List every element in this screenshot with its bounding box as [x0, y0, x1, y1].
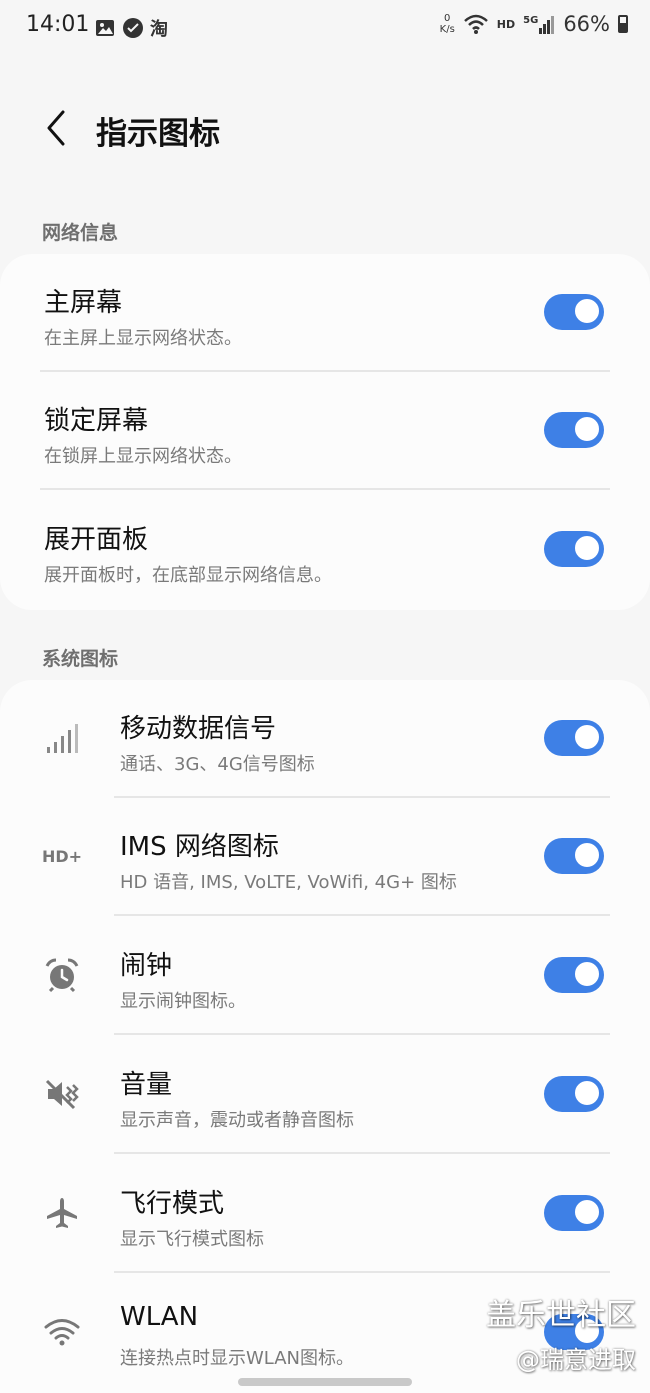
divider	[114, 914, 610, 916]
setting-subtitle: 在锁屏上显示网络状态。	[44, 446, 242, 467]
toggle-switch[interactable]	[544, 838, 604, 874]
setting-row-expanded-panel[interactable]: 展开面板 展开面板时，在底部显示网络信息。	[0, 491, 650, 609]
system-card: 移动数据信号 通话、3G、4G信号图标 HD+ IMS 网络图标 HD 语音, …	[0, 680, 650, 1393]
alarm-clock-icon	[42, 955, 82, 995]
hd-plus-icon: HD+	[40, 836, 84, 876]
toggle-switch[interactable]	[544, 720, 604, 756]
page-title: 指示图标	[96, 116, 220, 152]
setting-subtitle: 显示闹钟图标。	[120, 991, 246, 1012]
status-time: 14:01	[26, 12, 90, 37]
setting-row-volume[interactable]: 音量 显示声音，震动或者静音图标	[0, 1036, 650, 1154]
setting-title: 音量	[120, 1070, 173, 1100]
toggle-switch[interactable]	[544, 412, 604, 448]
watermark-author: @瑞意进取	[516, 1346, 636, 1374]
volume-mute-icon	[42, 1074, 82, 1114]
battery-icon	[618, 15, 628, 33]
setting-title: 飞行模式	[120, 1189, 225, 1219]
setting-row-lock-screen[interactable]: 锁定屏幕 在锁屏上显示网络状态。	[0, 372, 650, 490]
setting-title: IMS 网络图标	[120, 832, 279, 862]
setting-title: 主屏幕	[44, 288, 123, 318]
header: 指示图标	[0, 96, 650, 160]
watermark-community: 盖乐世社区	[486, 1298, 636, 1333]
toggle-switch[interactable]	[544, 1076, 604, 1112]
cell-signal-icon	[539, 16, 555, 34]
setting-subtitle: 连接热点时显示WLAN图标。	[120, 1348, 355, 1369]
battery-percent: 66%	[563, 12, 610, 36]
network-speed-value: 0	[444, 13, 451, 24]
setting-row-airplane[interactable]: 飞行模式 显示飞行模式图标	[0, 1155, 650, 1273]
setting-title: 移动数据信号	[120, 714, 277, 744]
setting-subtitle: 在主屏上显示网络状态。	[44, 328, 242, 349]
wifi-icon	[42, 1312, 82, 1352]
divider	[114, 1152, 610, 1154]
toggle-switch[interactable]	[544, 1195, 604, 1231]
divider	[40, 488, 610, 490]
network-speed-unit: K/s	[439, 24, 455, 35]
airplane-icon	[42, 1193, 82, 1233]
setting-subtitle: 显示飞行模式图标	[120, 1229, 264, 1250]
setting-title: 闹钟	[120, 951, 173, 981]
wifi-status-icon	[463, 14, 488, 34]
status-bar: 14:01 淘 0 K/s HD 5G 66%	[0, 0, 650, 56]
divider	[114, 1271, 610, 1273]
setting-title: WLAN	[120, 1302, 199, 1332]
setting-row-home-screen[interactable]: 主屏幕 在主屏上显示网络状态。	[0, 254, 650, 372]
hd-status: HD	[496, 17, 516, 31]
setting-title: 锁定屏幕	[44, 406, 149, 436]
signal-bars-icon	[42, 718, 82, 758]
toggle-switch[interactable]	[544, 294, 604, 330]
network-type: 5G	[523, 15, 539, 26]
toggle-switch[interactable]	[544, 957, 604, 993]
status-left-icons: 淘	[94, 15, 168, 41]
chevron-left-icon	[47, 110, 65, 146]
network-card: 主屏幕 在主屏上显示网络状态。 锁定屏幕 在锁屏上显示网络状态。 展开面板 展开…	[0, 254, 650, 610]
hd-plus-icon-text: HD+	[41, 846, 83, 866]
home-indicator[interactable]	[238, 1378, 412, 1386]
toggle-switch[interactable]	[544, 531, 604, 567]
setting-subtitle: 展开面板时，在底部显示网络信息。	[44, 565, 332, 586]
app-notification-icon	[123, 18, 143, 38]
status-right: 0 K/s HD 5G 66%	[440, 12, 628, 36]
gallery-notification-icon	[96, 20, 114, 36]
back-button[interactable]	[36, 106, 76, 150]
network-speed: 0 K/s	[440, 13, 455, 35]
divider	[114, 1033, 610, 1035]
section-label-system: 系统图标	[42, 648, 119, 670]
setting-row-mobile-signal[interactable]: 移动数据信号 通话、3G、4G信号图标	[0, 680, 650, 798]
setting-row-ims-network[interactable]: HD+ IMS 网络图标 HD 语音, IMS, VoLTE, VoWifi, …	[0, 798, 650, 916]
setting-subtitle: 通话、3G、4G信号图标	[120, 754, 315, 775]
cellular-status: 5G	[523, 14, 555, 34]
setting-title: 展开面板	[44, 525, 149, 555]
section-label-network: 网络信息	[42, 222, 119, 244]
setting-row-alarm[interactable]: 闹钟 显示闹钟图标。	[0, 917, 650, 1035]
taobao-notification-icon: 淘	[150, 19, 168, 40]
setting-subtitle: 显示声音，震动或者静音图标	[120, 1110, 354, 1131]
setting-subtitle: HD 语音, IMS, VoLTE, VoWifi, 4G+ 图标	[120, 872, 457, 893]
